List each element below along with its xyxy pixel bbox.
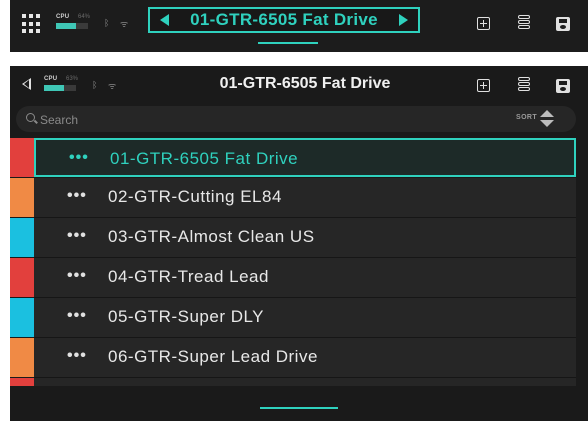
sort-toggle-icon[interactable] xyxy=(540,109,554,129)
page-title: 01-GTR-6505 Fat Drive xyxy=(219,75,391,92)
panel-header: CPU 63% ᛒ ᯤ 01-GTR-6505 Fat Drive xyxy=(10,66,588,106)
preset-indicator xyxy=(258,42,318,44)
preset-color-swatch xyxy=(10,218,34,257)
preset-row-body[interactable]: ••• 06-GTR-Super Lead Drive xyxy=(34,338,576,378)
wifi-icon: ᯤ xyxy=(108,81,117,91)
cpu-meter: CPU 64% xyxy=(56,14,96,32)
back-icon[interactable] xyxy=(22,78,31,90)
stack-button[interactable] xyxy=(517,77,531,93)
top-bar: CPU 64% ᛒ ᯤ 01-GTR-6505 Fat Drive xyxy=(10,0,588,52)
search-input[interactable] xyxy=(38,110,402,130)
preset-color-swatch xyxy=(10,258,34,297)
search-bar: SORT xyxy=(16,106,576,132)
stack-icon xyxy=(517,77,531,93)
list-item[interactable]: ••• 02-GTR-Cutting EL84 xyxy=(10,178,588,218)
stack-icon xyxy=(517,15,531,31)
cpu-percent: 64% xyxy=(78,14,91,20)
more-options-icon[interactable]: ••• xyxy=(67,227,87,245)
cpu-label: CPU xyxy=(56,14,70,20)
preset-name: 01-GTR-6505 Fat Drive xyxy=(110,149,299,168)
cpu-label: CPU xyxy=(44,76,58,82)
page-indicator xyxy=(260,407,338,409)
more-options-icon[interactable]: ••• xyxy=(67,347,87,365)
preset-name: 03-GTR-Almost Clean US xyxy=(108,227,315,246)
list-item[interactable]: ••• 04-GTR-Tread Lead xyxy=(10,258,588,298)
add-icon xyxy=(477,17,490,30)
preset-row-body[interactable]: ••• 05-GTR-Super DLY xyxy=(34,298,576,338)
preset-row-body[interactable] xyxy=(34,378,576,386)
add-preset-button[interactable] xyxy=(477,17,490,30)
preset-name: 02-GTR-Cutting EL84 xyxy=(108,187,282,206)
bluetooth-icon: ᛒ xyxy=(92,80,98,90)
cpu-fill xyxy=(56,23,77,29)
preset-name: 05-GTR-Super DLY xyxy=(108,307,265,326)
stack-button[interactable] xyxy=(517,15,531,31)
preset-color-swatch xyxy=(10,298,34,337)
list-item[interactable]: ••• 05-GTR-Super DLY xyxy=(10,298,588,338)
preset-row-body[interactable]: ••• 03-GTR-Almost Clean US xyxy=(34,218,576,258)
add-icon xyxy=(477,79,490,92)
preset-color-swatch xyxy=(10,138,34,177)
more-options-icon[interactable]: ••• xyxy=(67,187,87,205)
cpu-percent: 63% xyxy=(66,76,79,82)
preset-color-swatch xyxy=(10,378,34,386)
list-item[interactable]: ••• 01-GTR-6505 Fat Drive xyxy=(10,138,588,178)
preset-name[interactable]: 01-GTR-6505 Fat Drive xyxy=(150,10,418,30)
preset-list: ••• 01-GTR-6505 Fat Drive ••• 02-GTR-Cuttin… xyxy=(10,138,588,386)
preset-color-swatch xyxy=(10,338,34,377)
preset-panel: CPU 63% ᛒ ᯤ 01-GTR-6505 Fat Drive SORT •… xyxy=(10,66,588,421)
more-options-icon[interactable]: ••• xyxy=(69,149,89,167)
list-item[interactable]: ••• 03-GTR-Almost Clean US xyxy=(10,218,588,258)
sort-label[interactable]: SORT xyxy=(516,114,537,121)
grid-menu-icon[interactable] xyxy=(22,14,42,34)
next-preset-icon[interactable] xyxy=(399,14,408,26)
add-preset-button[interactable] xyxy=(477,79,490,92)
preset-row-body[interactable]: ••• 02-GTR-Cutting EL84 xyxy=(34,178,576,218)
list-item[interactable]: ••• 06-GTR-Super Lead Drive xyxy=(10,338,588,378)
preset-selector[interactable]: 01-GTR-6505 Fat Drive xyxy=(148,7,420,33)
save-button[interactable] xyxy=(556,17,570,31)
more-options-icon[interactable]: ••• xyxy=(67,307,87,325)
cpu-meter-header: CPU 63% xyxy=(44,76,84,94)
bluetooth-icon: ᛒ xyxy=(104,18,110,28)
save-button[interactable] xyxy=(556,79,570,93)
preset-name: 06-GTR-Super Lead Drive xyxy=(108,347,318,366)
preset-row-body[interactable]: ••• 04-GTR-Tread Lead xyxy=(34,258,576,298)
list-item[interactable] xyxy=(10,378,588,386)
preset-name: 04-GTR-Tread Lead xyxy=(108,267,269,286)
wifi-icon: ᯤ xyxy=(120,19,129,29)
preset-row-body[interactable]: ••• 01-GTR-6505 Fat Drive xyxy=(34,138,576,177)
save-icon xyxy=(556,79,570,93)
search-icon xyxy=(26,113,35,122)
cpu-fill xyxy=(44,85,65,91)
preset-color-swatch xyxy=(10,178,34,217)
more-options-icon[interactable]: ••• xyxy=(67,267,87,285)
save-icon xyxy=(556,17,570,31)
